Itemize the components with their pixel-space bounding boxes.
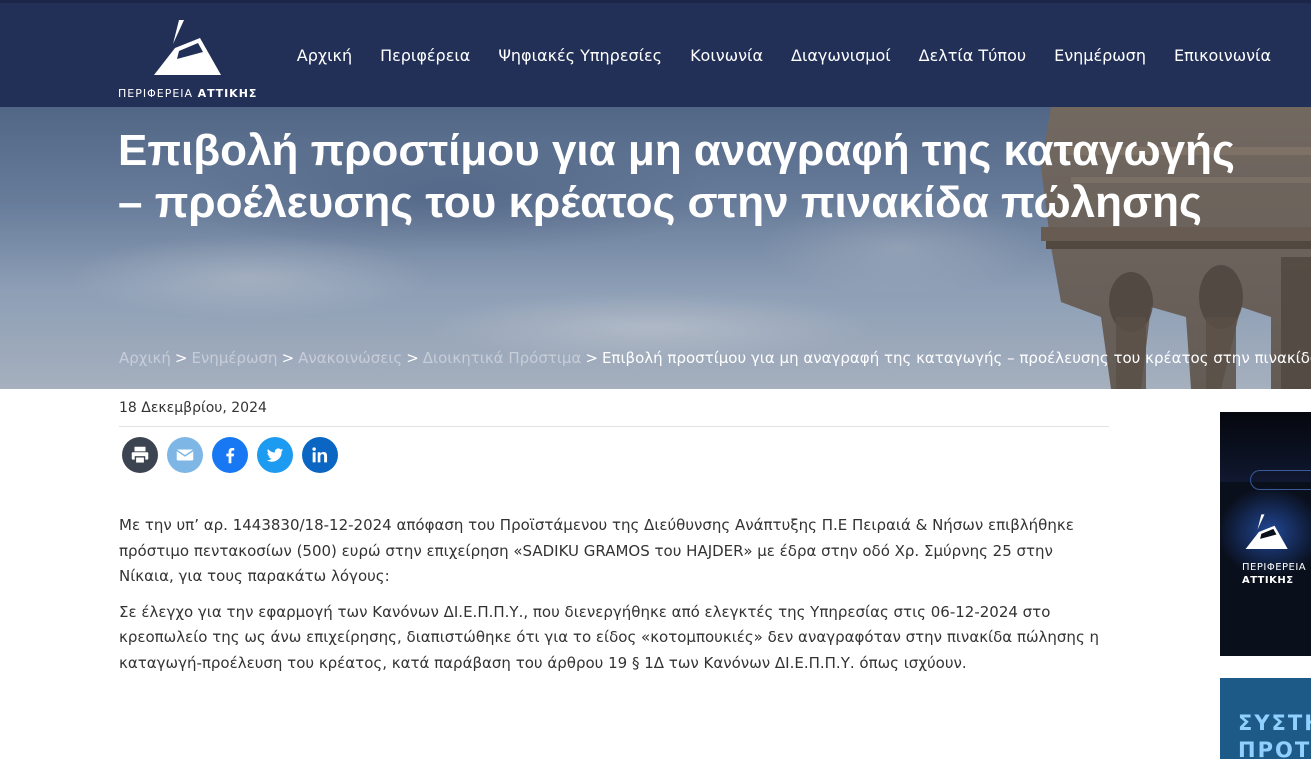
breadcrumb-separator: > (174, 349, 188, 367)
site-logo[interactable]: ΠΕΡΙΦΕΡΕΙΑ ΑΤΤΙΚΗΣ (118, 14, 258, 102)
divider (119, 426, 1109, 427)
banner-text-line1: ΠΕΡΙΦΕΡΕΙΑ (1242, 562, 1307, 573)
site-header: ΠΕΡΙΦΕΡΕΙΑ ΑΤΤΙΚΗΣ Αρχική Περιφέρεια Ψηφ… (0, 0, 1311, 107)
banner-frame-line (1250, 470, 1311, 490)
breadcrumb-link-home[interactable]: Αρχική (119, 349, 171, 367)
logo-text: ΠΕΡΙΦΕΡΕΙΑ ΑΤΤΙΚΗΣ (118, 87, 258, 100)
linkedin-icon (312, 447, 328, 463)
nav-item-society[interactable]: Κοινωνία (690, 46, 763, 65)
breadcrumb-separator: > (281, 349, 295, 367)
print-icon (131, 446, 149, 464)
article-paragraph: Σε έλεγχο για την εφαρμογή των Κανόνων Δ… (119, 602, 1100, 672)
print-button[interactable] (122, 437, 158, 473)
nav-item-region[interactable]: Περιφέρεια (380, 46, 470, 65)
article-body: Με την υπ’ αρ. 1443830/18-12-2024 απόφασ… (119, 513, 1109, 686)
logo-triangle-icon (154, 20, 221, 75)
article-date: 18 Δεκεμβρίου, 2024 (119, 400, 267, 416)
main-nav: Αρχική Περιφέρεια Ψηφιακές Υπηρεσίες Κοι… (297, 46, 1271, 65)
header-top-line (0, 0, 1311, 3)
breadcrumb-link-news[interactable]: Ενημέρωση (191, 349, 277, 367)
twitter-icon (266, 448, 284, 462)
nav-item-press-releases[interactable]: Δελτία Τύπου (919, 46, 1026, 65)
nav-item-digital-services[interactable]: Ψηφιακές Υπηρεσίες (498, 46, 662, 65)
breadcrumb-current: Επιβολή προστίμου για μη αναγραφή της κα… (601, 349, 1311, 367)
linkedin-share-button[interactable] (302, 437, 338, 473)
article-paragraph: Με την υπ’ αρ. 1443830/18-12-2024 απόφασ… (119, 516, 1074, 585)
nav-item-contact[interactable]: Επικοινωνία (1174, 46, 1271, 65)
breadcrumb-separator: > (406, 349, 419, 367)
facebook-share-button[interactable] (212, 437, 248, 473)
breadcrumb-separator: > (585, 349, 598, 367)
nav-item-news[interactable]: Ενημέρωση (1054, 46, 1146, 65)
hero-banner: Επιβολή προστίμου για μη αναγραφή της κα… (0, 107, 1311, 389)
facebook-icon (226, 447, 235, 464)
banner2-text-line2: ΠΡΟΤΕ (1238, 738, 1311, 759)
share-buttons (122, 437, 338, 473)
email-share-button[interactable] (167, 437, 203, 473)
breadcrumb: Αρχική > Ενημέρωση > Ανακοινώσεις > Διοικητικά… (119, 349, 1311, 367)
breadcrumb-link-fines[interactable]: Διοικητικά Πρόστιμα (423, 349, 582, 367)
nav-item-tenders[interactable]: Διαγωνισμοί (791, 46, 891, 65)
email-icon (176, 449, 194, 461)
banner2-text-line1: ΣΥΣΤΗ (1238, 711, 1311, 735)
nav-item-home[interactable]: Αρχική (297, 46, 352, 65)
banner-text-line2: ΑΤΤΙΚΗΣ (1242, 575, 1294, 586)
logo-triangle-icon (1245, 514, 1288, 549)
breadcrumb-link-announcements[interactable]: Ανακοινώσεις (298, 349, 402, 367)
twitter-share-button[interactable] (257, 437, 293, 473)
sidebar-banner-region[interactable]: ΠΕΡΙΦΕΡΕΙΑ ΑΤΤΙΚΗΣ (1220, 412, 1311, 656)
page-title: Επιβολή προστίμου για μη αναγραφή της κα… (118, 126, 1235, 227)
page: ΠΕΡΙΦΕΡΕΙΑ ΑΤΤΙΚΗΣ Αρχική Περιφέρεια Ψηφ… (0, 0, 1311, 759)
sidebar-banner-system[interactable]: ΣΥΣΤΗ ΠΡΟΤΕ (1220, 678, 1311, 759)
